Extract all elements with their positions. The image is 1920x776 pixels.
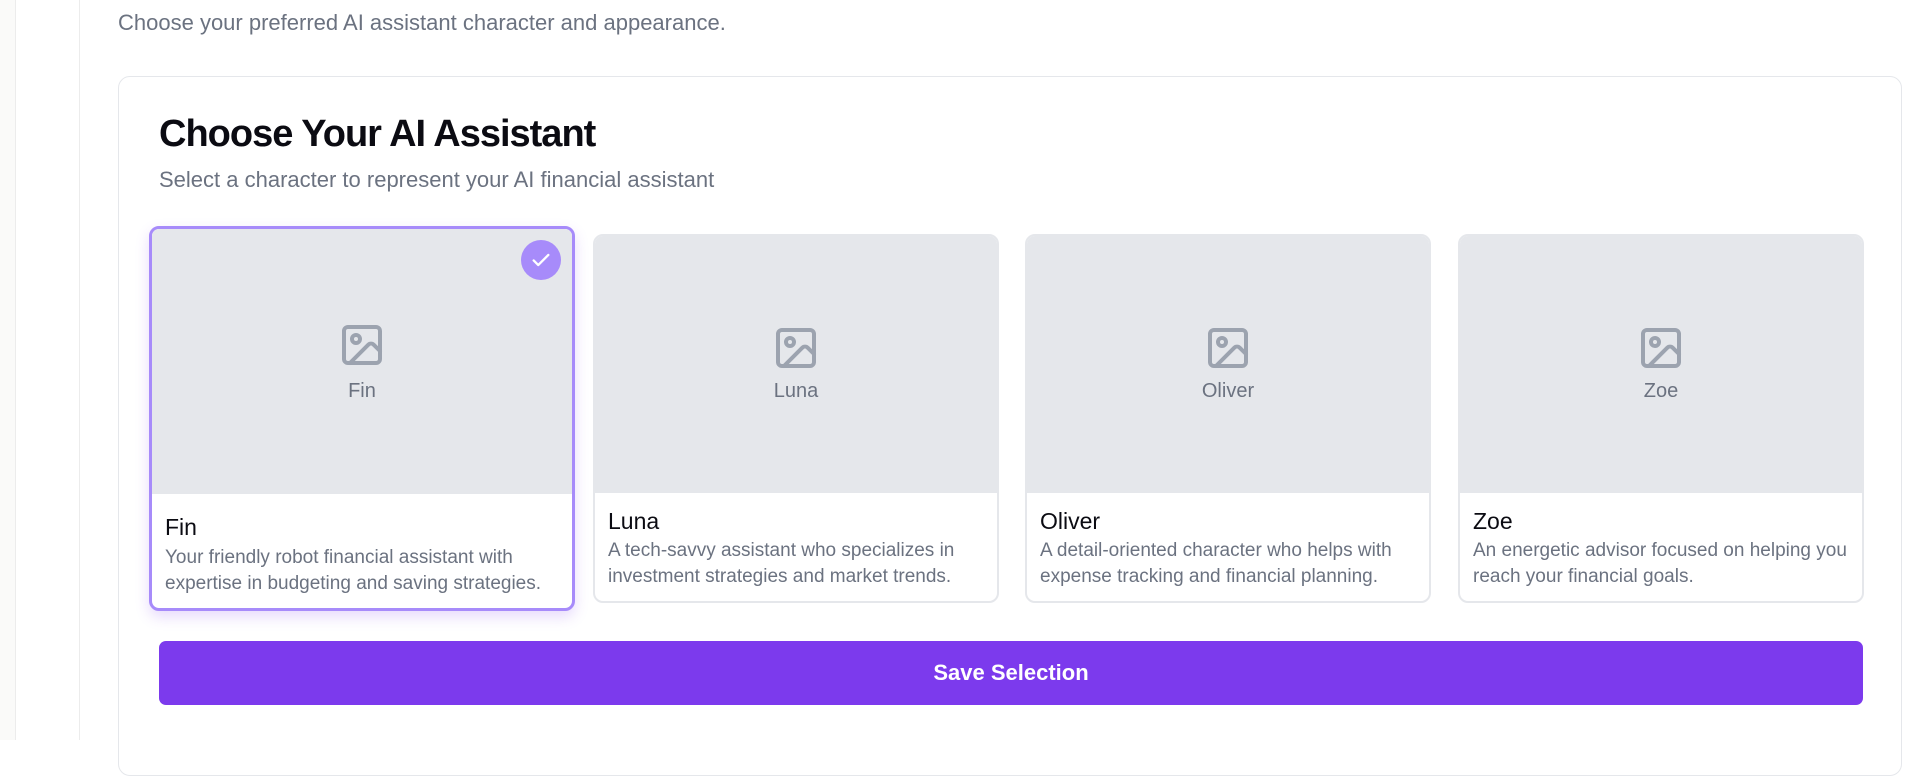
rail-divider — [15, 0, 16, 740]
character-description: A detail-oriented character who helps wi… — [1040, 540, 1392, 587]
character-image-label: Zoe — [1643, 380, 1679, 402]
character-name: Zoe — [1473, 508, 1513, 534]
panel-subtitle: Select a character to represent your AI … — [159, 167, 715, 192]
character-description: A tech-savvy assistant who specializes i… — [608, 540, 955, 587]
character-image-placeholder: Zoe — [1460, 236, 1862, 493]
settings-intro-text: Choose your preferred AI assistant chara… — [118, 10, 726, 35]
character-description: Your friendly robot financial assistant … — [165, 547, 542, 594]
character-description: An energetic advisor focused on helping … — [1473, 540, 1847, 587]
image-placeholder-icon — [776, 328, 816, 368]
character-image-label: Fin — [348, 380, 376, 402]
character-image-placeholder: Luna — [595, 236, 997, 493]
character-image-placeholder: Oliver — [1027, 236, 1429, 493]
image-placeholder-icon — [1641, 328, 1681, 368]
character-name: Luna — [608, 508, 660, 534]
character-image-label: Luna — [773, 380, 819, 402]
character-card-fin[interactable]: Fin Fin Your friendly robot financial as… — [149, 226, 575, 611]
character-card-luna[interactable]: Luna Luna A tech-savvy assistant who spe… — [593, 234, 999, 603]
assistant-selection-panel: Choose Your AI Assistant Select a charac… — [118, 76, 1902, 776]
selected-check-icon — [521, 240, 561, 280]
save-selection-button[interactable]: Save Selection — [159, 641, 1863, 705]
panel-title: Choose Your AI Assistant — [159, 113, 596, 155]
character-image-placeholder: Fin — [152, 229, 572, 494]
character-card-zoe[interactable]: Zoe Zoe An energetic advisor focused on … — [1458, 234, 1864, 603]
character-image-label: Oliver — [1201, 380, 1255, 402]
character-name: Fin — [165, 514, 197, 540]
character-name: Oliver — [1040, 508, 1101, 534]
content-divider — [79, 0, 80, 740]
left-rail — [0, 0, 15, 740]
image-placeholder-icon — [1208, 328, 1248, 368]
image-placeholder-icon — [342, 325, 382, 365]
character-card-oliver[interactable]: Oliver Oliver A detail-oriented characte… — [1025, 234, 1431, 603]
